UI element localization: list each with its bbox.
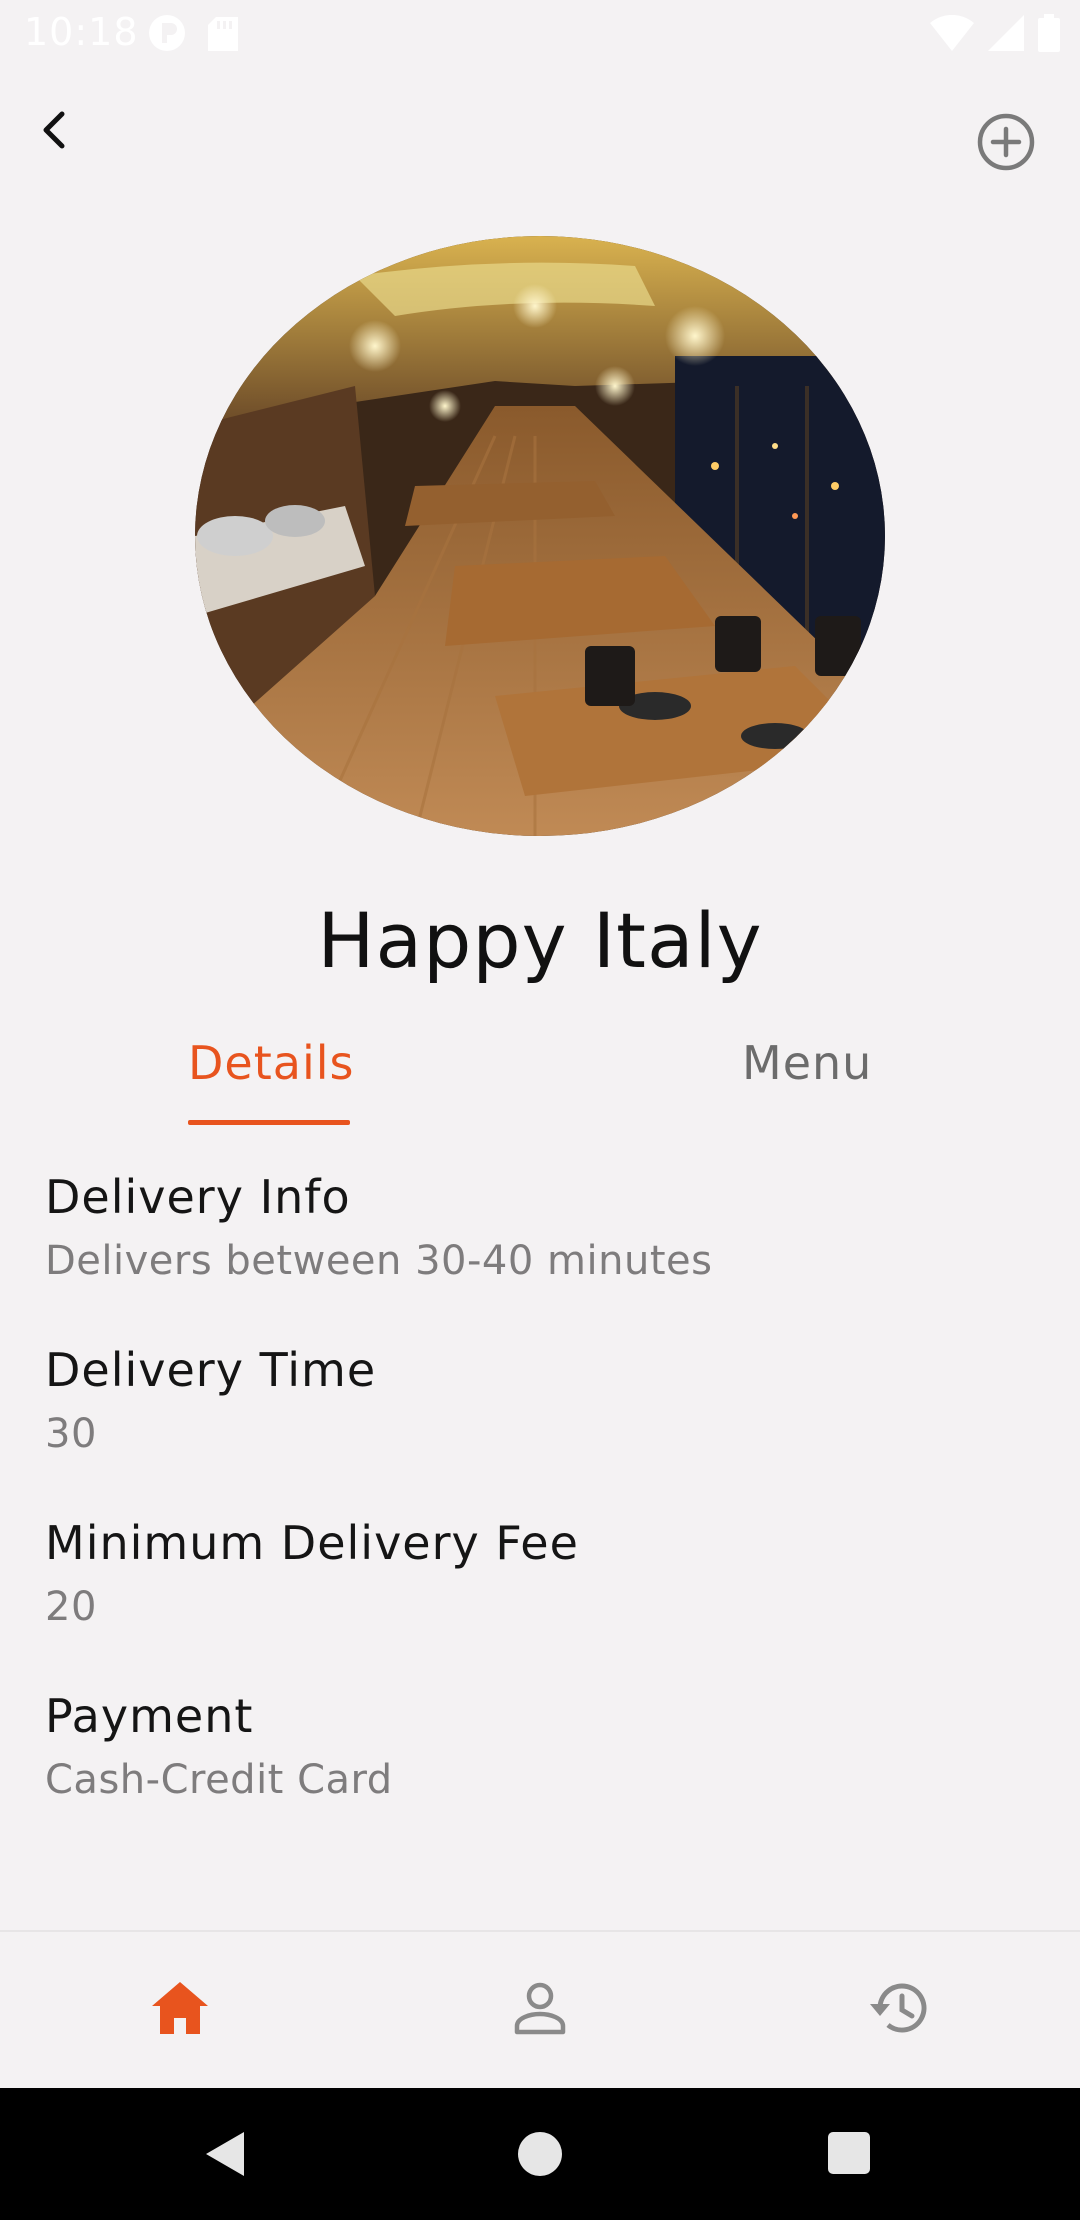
system-home-icon[interactable] (518, 2132, 562, 2176)
detail-value: 20 (45, 1584, 97, 1630)
battery-icon (1038, 14, 1060, 61)
details-list: Delivery Info Delivers between 30-40 min… (45, 1170, 1045, 1862)
add-circle-icon (977, 113, 1035, 171)
detail-minimum-delivery-fee: Minimum Delivery Fee 20 (45, 1516, 1045, 1689)
nav-profile-button[interactable] (500, 1968, 580, 2048)
detail-delivery-time: Delivery Time 30 (45, 1343, 1045, 1516)
chevron-left-icon (43, 111, 65, 149)
app-notification-icon (148, 14, 186, 61)
detail-value: Delivers between 30-40 minutes (45, 1238, 713, 1284)
system-back-icon[interactable] (200, 2128, 250, 2184)
restaurant-name: Happy Italy (317, 896, 763, 985)
wifi-icon (930, 14, 974, 60)
detail-value: Cash-Credit Card (45, 1757, 393, 1803)
person-icon (514, 1982, 566, 2035)
restaurant-photo (195, 236, 885, 836)
signal-icon (988, 15, 1024, 60)
tab-menu[interactable]: Menu (742, 1036, 872, 1090)
nav-history-button[interactable] (860, 1968, 940, 2048)
home-icon (152, 1982, 208, 2034)
status-icons-right (930, 14, 1060, 61)
tab-bar: Details Menu (0, 1020, 1080, 1130)
detail-value: 30 (45, 1411, 97, 1457)
add-button[interactable] (974, 110, 1038, 174)
history-icon (870, 1983, 927, 2033)
detail-title: Delivery Info (45, 1170, 351, 1224)
sd-card-icon (208, 16, 238, 60)
detail-payment: Payment Cash-Credit Card (45, 1689, 1045, 1862)
detail-title: Delivery Time (45, 1343, 377, 1397)
tab-details[interactable]: Details (188, 1036, 354, 1090)
status-time: 10:18 (24, 10, 139, 54)
status-bar: 10:18 (0, 0, 1080, 66)
tab-active-indicator (188, 1120, 350, 1125)
app-bar (0, 66, 1080, 196)
back-button[interactable] (28, 102, 84, 158)
status-icons-left (148, 14, 238, 61)
bottom-navigation (0, 1930, 1080, 2090)
nav-home-button[interactable] (140, 1968, 220, 2048)
detail-delivery-info: Delivery Info Delivers between 30-40 min… (45, 1170, 1045, 1343)
detail-title: Minimum Delivery Fee (45, 1516, 579, 1570)
system-recents-icon[interactable] (828, 2132, 870, 2174)
detail-title: Payment (45, 1689, 254, 1743)
system-navigation-bar (0, 2088, 1080, 2220)
